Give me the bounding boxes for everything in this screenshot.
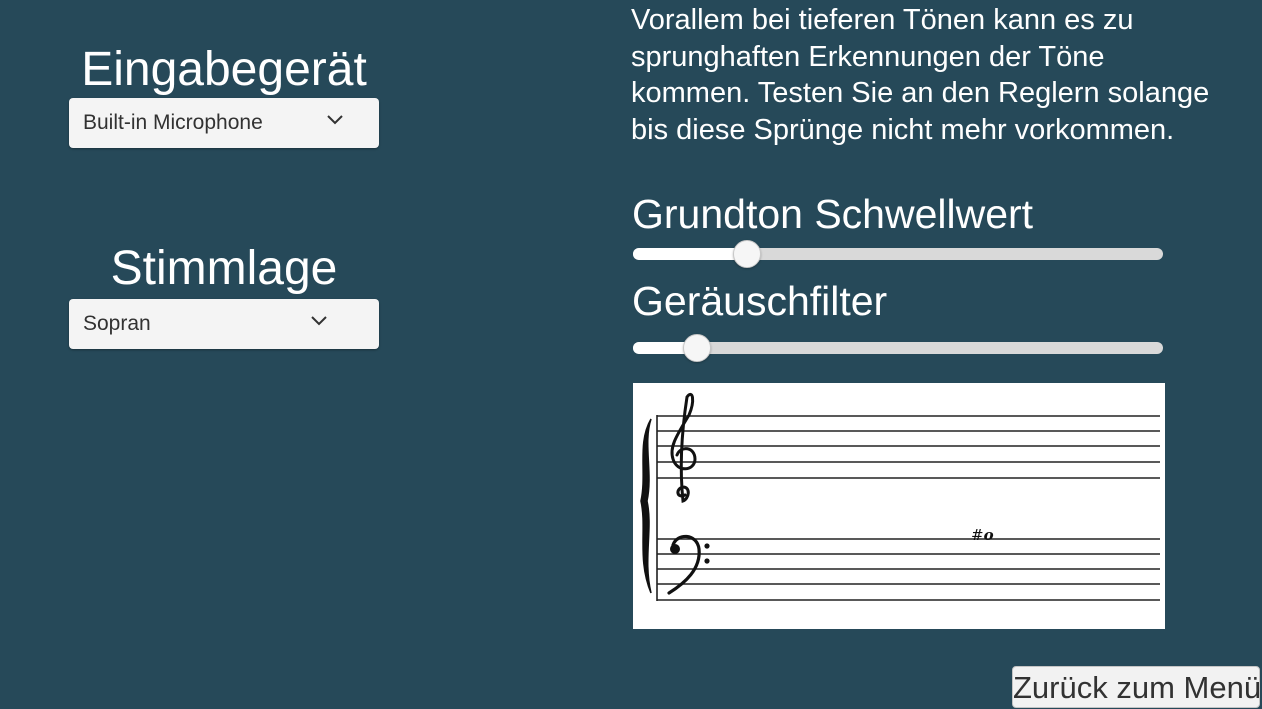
- chevron-down-icon: [311, 316, 327, 326]
- threshold-slider[interactable]: [633, 240, 1163, 268]
- note-marker: #o: [971, 527, 994, 543]
- noise-filter-slider[interactable]: [633, 334, 1163, 362]
- threshold-slider-label: Grundton Schwellwert: [632, 191, 1034, 237]
- treble-staff-lines: [657, 415, 1160, 479]
- input-device-heading: Eingabegerät: [81, 43, 367, 96]
- threshold-slider-handle[interactable]: [733, 240, 761, 268]
- threshold-slider-fill: [633, 248, 747, 260]
- noise-filter-slider-label: Geräuschfilter: [632, 278, 888, 324]
- treble-clef-icon: [670, 392, 697, 504]
- noise-filter-slider-handle[interactable]: [683, 334, 711, 362]
- voice-range-heading: Stimmlage: [110, 242, 338, 295]
- voice-range-selected: Sopran: [83, 312, 151, 335]
- grand-staff: [640, 392, 1160, 601]
- voice-range-dropdown[interactable]: Sopran: [69, 299, 379, 349]
- back-to-menu-button[interactable]: Zurück zum Menü: [1012, 666, 1260, 708]
- music-staff-panel: #o: [633, 383, 1165, 629]
- bass-staff-lines: [657, 538, 1160, 601]
- info-text: Vorallem bei tieferen Tönen kann es zu s…: [631, 4, 1210, 146]
- input-device-dropdown[interactable]: Built-in Microphone: [69, 98, 379, 148]
- input-device-selected: Built-in Microphone: [83, 111, 263, 134]
- chevron-down-icon: [327, 115, 343, 125]
- sharp-accidental: #: [971, 526, 984, 544]
- whole-note: o: [983, 526, 994, 544]
- brace-icon: [640, 418, 652, 594]
